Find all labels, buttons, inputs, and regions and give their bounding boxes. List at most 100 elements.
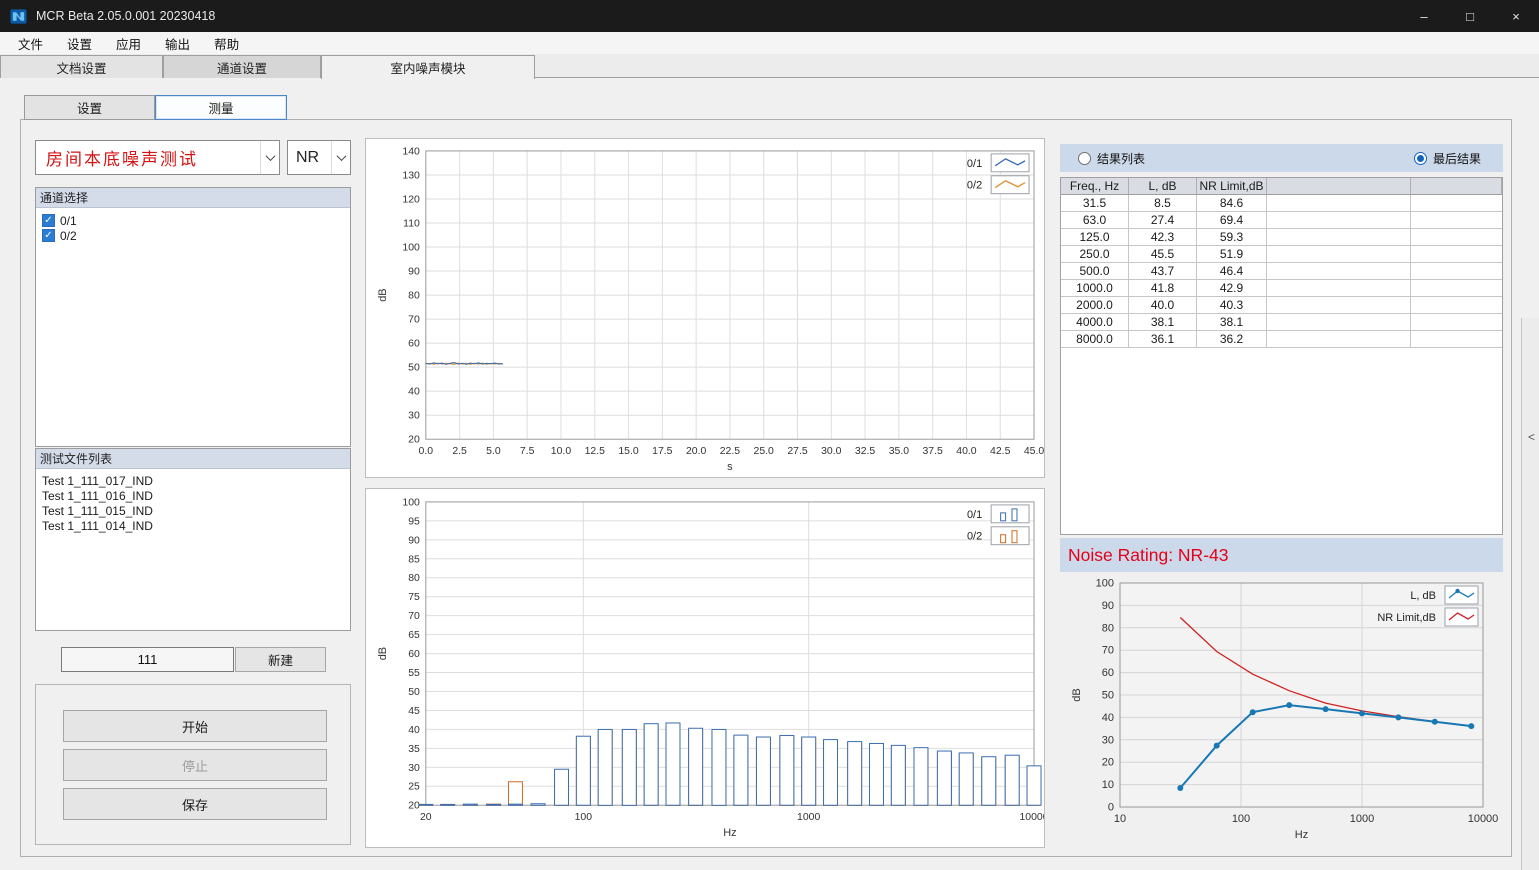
- svg-text:40: 40: [408, 725, 420, 736]
- menu-output[interactable]: 输出: [153, 34, 202, 53]
- table-cell: 41.8: [1129, 280, 1197, 297]
- svg-text:27.5: 27.5: [787, 446, 808, 457]
- channel-checkbox[interactable]: ✓: [42, 229, 55, 242]
- table-cell: [1267, 246, 1411, 263]
- svg-text:s: s: [727, 461, 733, 473]
- subtab-measure[interactable]: 测量: [155, 95, 287, 120]
- new-button[interactable]: 新建: [235, 647, 326, 672]
- test-file-list[interactable]: Test 1_111_017_INDTest 1_111_016_INDTest…: [36, 469, 350, 534]
- channel-item[interactable]: ✓0/1: [36, 213, 350, 228]
- channel-checkbox[interactable]: ✓: [42, 214, 55, 227]
- svg-text:2.5: 2.5: [452, 446, 467, 457]
- table-cell: 40.0: [1129, 297, 1197, 314]
- table-row[interactable]: 125.042.359.3: [1061, 229, 1502, 246]
- file-name-input[interactable]: [61, 647, 234, 672]
- table-cell: [1411, 229, 1502, 246]
- svg-text:15.0: 15.0: [618, 446, 639, 457]
- table-row[interactable]: 1000.041.842.9: [1061, 280, 1502, 297]
- table-cell: 31.5: [1061, 195, 1129, 212]
- close-button[interactable]: ×: [1493, 0, 1539, 32]
- table-cell: [1267, 229, 1411, 246]
- column-header: [1267, 178, 1411, 195]
- table-cell: 69.4: [1197, 212, 1267, 229]
- svg-text:5.0: 5.0: [486, 446, 501, 457]
- table-cell: [1267, 195, 1411, 212]
- results-table[interactable]: Freq., HzL, dBNR Limit,dB31.58.584.663.0…: [1060, 177, 1503, 535]
- table-cell: 27.4: [1129, 212, 1197, 229]
- tab-indoor-noise-module[interactable]: 室内噪声模块: [321, 55, 535, 79]
- svg-text:1000: 1000: [797, 812, 820, 823]
- svg-text:60: 60: [408, 649, 420, 660]
- table-row[interactable]: 8000.036.136.2: [1061, 331, 1502, 348]
- svg-text:90: 90: [408, 535, 420, 546]
- tab-document-settings[interactable]: 文档设置: [0, 55, 163, 78]
- table-cell: [1267, 212, 1411, 229]
- table-row[interactable]: 4000.038.138.1: [1061, 314, 1502, 331]
- rating-type-value: NR: [288, 149, 331, 167]
- table-cell: 4000.0: [1061, 314, 1129, 331]
- table-cell: [1411, 263, 1502, 280]
- svg-text:42.5: 42.5: [990, 446, 1011, 457]
- svg-text:10: 10: [1102, 779, 1114, 791]
- svg-text:12.5: 12.5: [585, 446, 606, 457]
- table-row[interactable]: 500.043.746.4: [1061, 263, 1502, 280]
- channel-item[interactable]: ✓0/2: [36, 228, 350, 243]
- stop-button[interactable]: 停止: [63, 749, 327, 781]
- menu-settings[interactable]: 设置: [55, 34, 104, 53]
- window-title: MCR Beta 2.05.0.001 20230418: [36, 9, 215, 23]
- svg-text:0: 0: [1108, 802, 1114, 814]
- svg-text:85: 85: [408, 554, 420, 565]
- table-row[interactable]: 63.027.469.4: [1061, 212, 1502, 229]
- spectrum-chart-svg: 2025303540455055606570758085909510020100…: [366, 489, 1044, 847]
- svg-text:dB: dB: [1071, 688, 1083, 701]
- svg-text:45: 45: [408, 706, 420, 717]
- chevron-down-icon[interactable]: [260, 141, 279, 174]
- table-cell: [1411, 212, 1502, 229]
- svg-text:95: 95: [408, 516, 420, 527]
- tab-channel-settings[interactable]: 通道设置: [163, 55, 321, 78]
- table-row[interactable]: 250.045.551.9: [1061, 246, 1502, 263]
- svg-text:70: 70: [408, 611, 420, 622]
- radio-result-list-label: 结果列表: [1097, 150, 1145, 167]
- collapse-left-icon: <: [1528, 430, 1535, 444]
- svg-text:17.5: 17.5: [652, 446, 673, 457]
- minimize-button[interactable]: –: [1401, 0, 1447, 32]
- table-cell: 250.0: [1061, 246, 1129, 263]
- table-cell: 38.1: [1129, 314, 1197, 331]
- menu-file[interactable]: 文件: [6, 34, 55, 53]
- radio-last-result[interactable]: 最后结果: [1414, 150, 1481, 167]
- svg-text:NR Limit,dB: NR Limit,dB: [1377, 612, 1436, 624]
- maximize-button[interactable]: □: [1447, 0, 1493, 32]
- table-row[interactable]: 31.58.584.6: [1061, 195, 1502, 212]
- rating-type-combobox[interactable]: NR: [287, 140, 351, 175]
- channel-list[interactable]: ✓0/1✓0/2: [36, 208, 350, 243]
- save-button[interactable]: 保存: [63, 788, 327, 820]
- svg-text:35.0: 35.0: [889, 446, 910, 457]
- table-cell: [1411, 195, 1502, 212]
- svg-text:140: 140: [402, 146, 420, 157]
- menu-application[interactable]: 应用: [104, 34, 153, 53]
- noise-rating-banner: Noise Rating: NR-43: [1060, 538, 1503, 572]
- file-list-item[interactable]: Test 1_111_015_IND: [36, 504, 350, 519]
- noise-rating-text: Noise Rating: NR-43: [1068, 545, 1228, 566]
- file-list-item[interactable]: Test 1_111_017_IND: [36, 474, 350, 489]
- test-type-combobox[interactable]: 房间本底噪声测试: [35, 140, 280, 175]
- svg-text:37.5: 37.5: [922, 446, 943, 457]
- test-file-section-header: 测试文件列表: [36, 449, 350, 469]
- table-row[interactable]: 2000.040.040.3: [1061, 297, 1502, 314]
- svg-text:Hz: Hz: [1295, 829, 1308, 841]
- file-list-item[interactable]: Test 1_111_014_IND: [36, 519, 350, 534]
- svg-text:100: 100: [575, 812, 593, 823]
- panel-collapse-handle[interactable]: <: [1521, 318, 1539, 870]
- start-button[interactable]: 开始: [63, 710, 327, 742]
- table-cell: [1267, 297, 1411, 314]
- svg-text:10: 10: [1114, 813, 1126, 825]
- subtab-settings[interactable]: 设置: [24, 95, 155, 120]
- svg-text:90: 90: [1102, 600, 1114, 612]
- menu-help[interactable]: 帮助: [202, 34, 251, 53]
- svg-text:25: 25: [408, 782, 420, 793]
- radio-result-list[interactable]: 结果列表: [1078, 150, 1145, 167]
- svg-text:30: 30: [408, 763, 420, 774]
- chevron-down-icon[interactable]: [331, 141, 350, 174]
- file-list-item[interactable]: Test 1_111_016_IND: [36, 489, 350, 504]
